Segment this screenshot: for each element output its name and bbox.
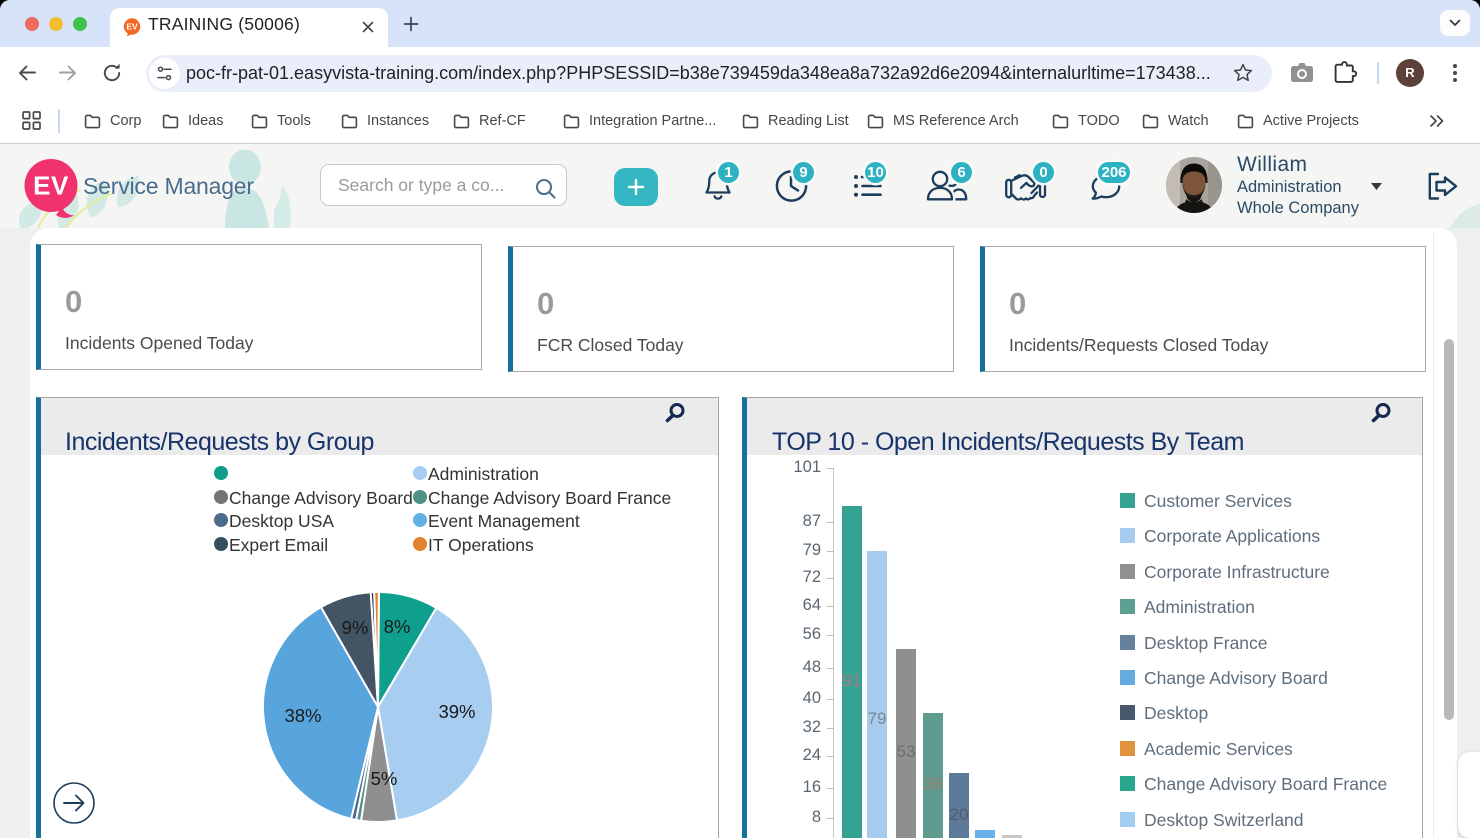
svg-text:EV: EV (126, 22, 138, 32)
svg-text:EV: EV (33, 171, 69, 201)
